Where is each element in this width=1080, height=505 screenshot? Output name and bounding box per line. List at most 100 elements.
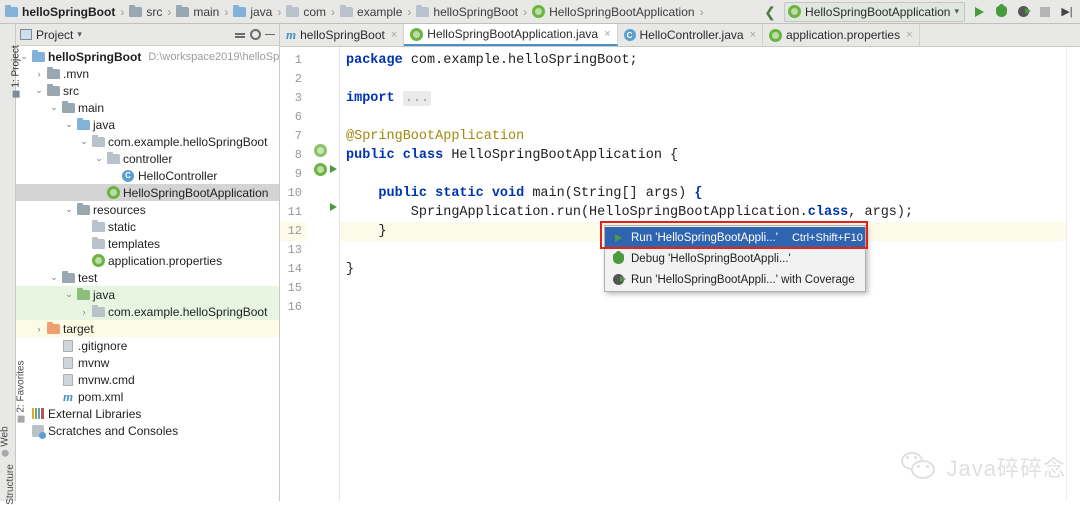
stop-button[interactable] — [1034, 1, 1056, 23]
code-line[interactable]: import ... — [340, 89, 1066, 108]
minimize-icon[interactable] — [265, 33, 275, 36]
tree-node-external-libraries[interactable]: External Libraries — [16, 405, 279, 422]
tree-node-label: HelloSpringBootApplication — [123, 185, 269, 200]
tree-node-java[interactable]: ⌄ java — [16, 286, 279, 303]
breadcrumb-item-0[interactable]: helloSpringBoot — [2, 4, 118, 19]
tree-node--mvn[interactable]: › .mvn — [16, 65, 279, 82]
tree-node-hellospringbootapplication[interactable]: HelloSpringBootApplication — [16, 184, 279, 201]
tree-node-application-properties[interactable]: application.properties — [16, 252, 279, 269]
run-coverage-button[interactable] — [1012, 1, 1034, 23]
tree-node-mvnw[interactable]: mvnw — [16, 354, 279, 371]
tree-node-java[interactable]: ⌄ java — [16, 116, 279, 133]
editor-tab-hellospringboot[interactable]: m helloSpringBoot × — [280, 24, 405, 46]
resources-folder-icon — [76, 202, 90, 215]
chevron-down-icon[interactable]: ⌄ — [63, 204, 75, 215]
editor-tab-application-properties[interactable]: application.properties × — [763, 24, 920, 46]
tree-node--gitignore[interactable]: .gitignore — [16, 337, 279, 354]
editor-tab-hellocontroller-java[interactable]: C HelloController.java × — [618, 24, 764, 46]
chevron-down-icon[interactable]: ▾ — [77, 29, 82, 40]
run-main-gutter-icon[interactable] — [330, 203, 337, 211]
tool-tab-structure-label: Structure — [4, 464, 16, 505]
gear-icon[interactable] — [250, 29, 261, 40]
context-menu-item-2[interactable]: Run 'HelloSpringBootAppli...' with Cover… — [605, 269, 865, 290]
close-icon[interactable]: × — [389, 29, 397, 41]
context-menu-item-0[interactable]: Run 'HelloSpringBootAppli...' Ctrl+Shift+… — [605, 227, 865, 248]
tool-tab-web[interactable]: Web — [0, 426, 11, 457]
code-line[interactable] — [340, 108, 1066, 127]
tree-node-hellocontroller[interactable]: C HelloController — [16, 167, 279, 184]
icon-gutter[interactable] — [306, 47, 340, 501]
chevron-down-icon[interactable]: ⌄ — [18, 51, 30, 62]
code-line[interactable] — [340, 298, 1066, 317]
close-icon[interactable]: × — [748, 29, 756, 41]
code-line[interactable]: @SpringBootApplication — [340, 127, 1066, 146]
close-icon[interactable]: × — [904, 29, 912, 41]
tree-node-label: target — [63, 321, 94, 336]
tool-tab-structure[interactable]: Structure — [5, 464, 16, 505]
more-run-button[interactable]: ▶| — [1056, 1, 1078, 23]
chevron-right-icon[interactable]: › — [33, 324, 45, 334]
package-icon — [340, 4, 354, 17]
breadcrumb-item-2[interactable]: main — [173, 4, 222, 19]
package-icon — [91, 134, 105, 147]
spring-config-gutter-icon[interactable] — [314, 163, 327, 176]
tree-node-mvnw-cmd[interactable]: mvnw.cmd — [16, 371, 279, 388]
chevron-down-icon[interactable]: ⌄ — [63, 119, 75, 130]
code-editor[interactable]: 1 2 3 6 7 8 9 10 11 12 13 14 15 16 package com. — [280, 47, 1080, 501]
debug-button[interactable] — [990, 1, 1012, 23]
code-line[interactable]: public static void main(String[] args) { — [340, 184, 1066, 203]
tree-node-static[interactable]: static — [16, 218, 279, 235]
project-tree[interactable]: ⌄ helloSpringBoot D:\workspace2019\helloSp… — [16, 46, 279, 501]
breadcrumb-item-4[interactable]: com — [283, 4, 329, 19]
tree-node-icon-wrap — [60, 373, 76, 386]
line-number: 9 — [294, 167, 302, 181]
spring-bean-gutter-icon[interactable] — [314, 144, 327, 157]
breadcrumb-item-3[interactable]: java — [230, 4, 275, 19]
tree-node-icon-wrap — [90, 254, 106, 267]
chevron-right-icon[interactable]: › — [33, 69, 45, 79]
editor-scrollbar[interactable] — [1066, 47, 1080, 501]
breadcrumb-item-7[interactable]: HelloSpringBootApplication — [529, 5, 697, 19]
breadcrumb-item-label: com — [303, 4, 327, 19]
chevron-down-icon[interactable]: ⌄ — [63, 289, 75, 300]
code-line[interactable] — [340, 165, 1066, 184]
tree-node-test[interactable]: ⌄ test — [16, 269, 279, 286]
tree-node-hellospringboot[interactable]: ⌄ helloSpringBoot D:\workspace2019\helloSp… — [16, 48, 279, 65]
tree-node-target[interactable]: › target — [16, 320, 279, 337]
undo-button[interactable]: ❮ — [759, 1, 781, 23]
chevron-down-icon[interactable]: ⌄ — [93, 153, 105, 164]
run-context-menu[interactable]: Run 'HelloSpringBootAppli...' Ctrl+Shift+… — [604, 225, 866, 292]
tree-node-templates[interactable]: templates — [16, 235, 279, 252]
tree-node-main[interactable]: ⌄ main — [16, 99, 279, 116]
breadcrumb-item-5[interactable]: example — [337, 4, 405, 19]
chevron-right-icon: ▶| — [1061, 6, 1073, 18]
code-line[interactable]: public class HelloSpringBootApplication … — [340, 146, 1066, 165]
close-icon[interactable]: × — [602, 28, 610, 40]
run-gutter-icon[interactable] — [330, 165, 337, 173]
breadcrumb-item-1[interactable]: src — [126, 4, 165, 19]
code-line[interactable]: package com.example.helloSpringBoot; — [340, 51, 1066, 70]
collapse-all-icon[interactable] — [234, 29, 246, 40]
tree-node-resources[interactable]: ⌄ resources — [16, 201, 279, 218]
tree-node-src[interactable]: ⌄ src — [16, 82, 279, 99]
tree-node-com-example-hellospringboot[interactable]: ⌄ com.example.helloSpringBoot — [16, 133, 279, 150]
tree-node-icon-wrap — [75, 202, 91, 215]
breadcrumb-item-6[interactable]: helloSpringBoot — [413, 4, 521, 19]
tree-node-pom-xml[interactable]: m pom.xml — [16, 388, 279, 405]
context-menu-item-1[interactable]: Debug 'HelloSpringBootAppli...' — [605, 248, 865, 269]
class-icon: C — [623, 29, 636, 41]
code-line[interactable] — [340, 70, 1066, 89]
chevron-down-icon[interactable]: ⌄ — [33, 85, 45, 96]
tree-node-controller[interactable]: ⌄ controller — [16, 150, 279, 167]
tree-node-label: mvnw — [78, 355, 110, 370]
tree-node-scratches-and-consoles[interactable]: Scratches and Consoles — [16, 422, 279, 439]
editor-tab-hellospringbootapplication-java[interactable]: HelloSpringBootApplication.java × — [404, 24, 618, 46]
code-line[interactable]: SpringApplication.run(HelloSpringBootApp… — [340, 203, 1066, 222]
chevron-down-icon[interactable]: ⌄ — [48, 102, 60, 113]
chevron-down-icon[interactable]: ⌄ — [78, 136, 90, 147]
tree-node-com-example-hellospringboot[interactable]: › com.example.helloSpringBoot — [16, 303, 279, 320]
chevron-down-icon[interactable]: ⌄ — [48, 272, 60, 283]
run-button[interactable] — [968, 1, 990, 23]
run-configuration-selector[interactable]: HelloSpringBootApplication ▾ — [784, 1, 965, 22]
chevron-right-icon[interactable]: › — [78, 307, 90, 317]
